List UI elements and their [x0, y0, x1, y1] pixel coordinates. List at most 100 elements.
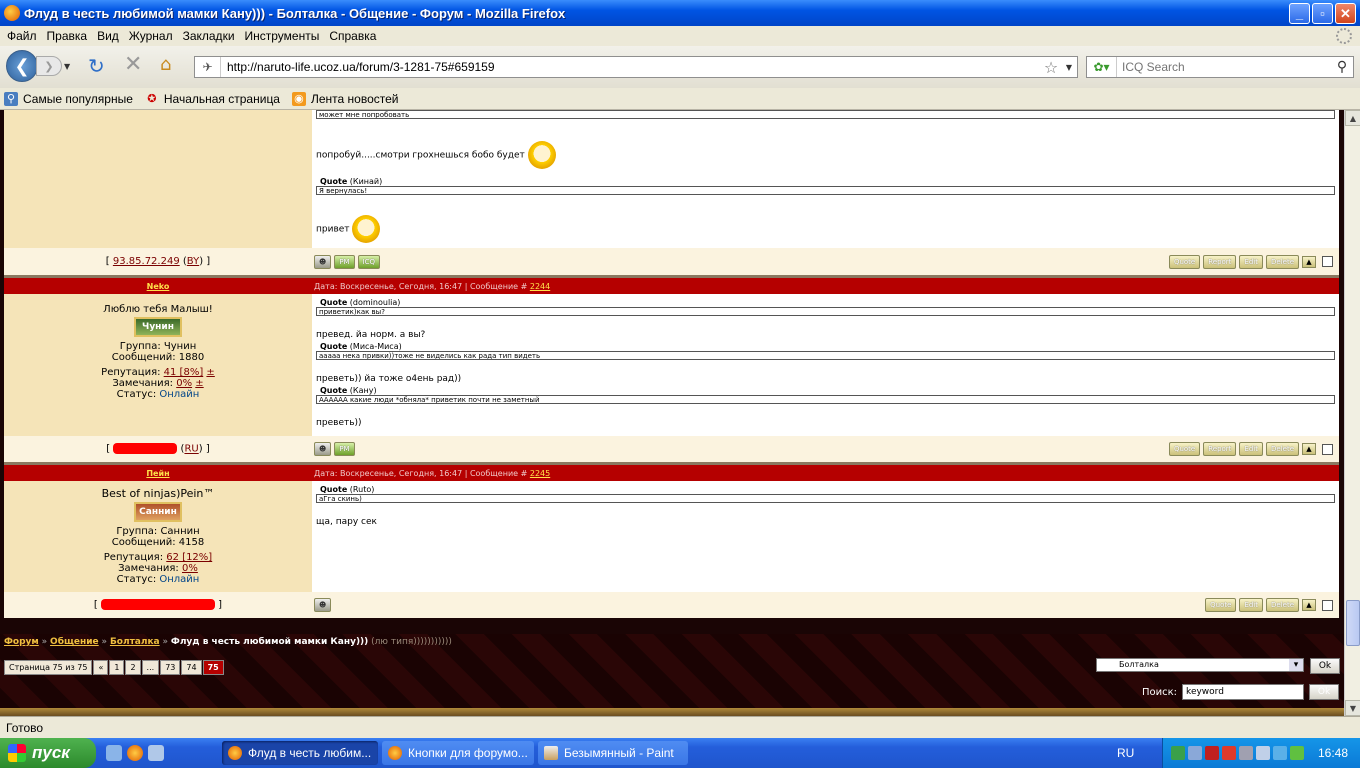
forum-search-ok-button[interactable]: Ok [1309, 684, 1340, 700]
profile-icon[interactable]: ☻ [314, 442, 332, 456]
country-link[interactable]: BY [187, 256, 199, 267]
menu-edit[interactable]: Правка [42, 29, 93, 43]
taskbar-item-paint[interactable]: Безымянный - Paint [538, 741, 688, 765]
post-body: может мне попробовать попробуй.....смотр… [4, 110, 1339, 248]
tray-icon-antivirus[interactable] [1222, 746, 1236, 760]
rep-vote-link[interactable]: ± [206, 367, 214, 378]
quote-button[interactable]: Quote [1168, 254, 1201, 269]
start-button[interactable]: пуск [0, 738, 96, 768]
site-identity-icon[interactable]: ✈ [195, 57, 221, 77]
maximize-button[interactable]: ▫ [1312, 3, 1333, 24]
page-link[interactable]: 74 [181, 660, 202, 675]
pm-button[interactable]: PM [334, 442, 355, 456]
vertical-scrollbar[interactable]: ▲ ▼ [1344, 110, 1360, 716]
bookmark-start-page[interactable]: ✪ Начальная страница [145, 92, 280, 106]
minimize-button[interactable]: _ [1289, 3, 1310, 24]
tray-icon-gear[interactable] [1239, 746, 1253, 760]
quote-button[interactable]: Quote [1168, 442, 1201, 456]
author-nick-link[interactable]: Пейн [4, 469, 312, 478]
profile-icon[interactable]: ☻ [314, 254, 332, 269]
post-select-checkbox[interactable] [1322, 256, 1333, 267]
pm-button[interactable]: PM [334, 254, 355, 269]
forum-jump-select[interactable]: Болталка [1096, 658, 1304, 672]
tray-icon-green[interactable] [1171, 746, 1185, 760]
forum-search-input[interactable] [1182, 684, 1305, 700]
forward-button[interactable]: ❯ [36, 56, 62, 76]
volume-icon[interactable] [1256, 746, 1270, 760]
scrollbar-thumb[interactable] [1346, 600, 1360, 646]
author-nick-link[interactable]: Neko [4, 282, 312, 291]
quote-button[interactable]: Quote [1205, 598, 1237, 612]
post-select-checkbox[interactable] [1322, 599, 1333, 611]
search-label: Поиск: [1142, 686, 1178, 698]
search-icon[interactable]: ⚲ [1331, 59, 1353, 75]
scroll-up-icon[interactable]: ▲ [1302, 443, 1316, 455]
edit-button[interactable]: Edit [1239, 254, 1263, 269]
scroll-up-arrow-icon[interactable]: ▲ [1345, 110, 1360, 126]
taskbar-item-firefox[interactable]: Флуд в честь любим... [222, 741, 378, 765]
menu-help[interactable]: Справка [324, 29, 381, 43]
ip-link[interactable]: 93.85.72.249 [113, 256, 180, 267]
menu-view[interactable]: Вид [92, 29, 124, 43]
warnings-link[interactable]: 0% [176, 378, 192, 389]
stop-icon[interactable]: ✕ [124, 54, 142, 76]
page-link[interactable]: 2 [125, 660, 141, 675]
language-indicator[interactable]: RU [1117, 746, 1134, 760]
history-dropdown-icon[interactable]: ▼ [64, 58, 76, 74]
post-number-link[interactable]: 2244 [530, 282, 550, 291]
breadcrumb-subforum[interactable]: Болталка [110, 637, 160, 647]
edit-button[interactable]: Edit [1239, 442, 1263, 456]
delete-button[interactable]: Delete [1266, 598, 1299, 612]
bookmark-most-visited[interactable]: ⚲ Самые популярные [4, 91, 133, 106]
url-dropdown-icon[interactable]: ▼ [1061, 63, 1077, 72]
tray-icon-kaspersky[interactable] [1205, 746, 1219, 760]
reload-icon[interactable]: ↻ [88, 56, 105, 76]
page-link[interactable]: 1 [109, 660, 125, 675]
breadcrumb-forum[interactable]: Форум [4, 637, 39, 647]
search-input[interactable] [1117, 60, 1331, 74]
menu-history[interactable]: Журнал [124, 29, 178, 43]
report-button[interactable]: Report [1203, 442, 1237, 456]
edit-button[interactable]: Edit [1239, 598, 1263, 612]
url-input[interactable] [221, 58, 1041, 76]
app-quicklaunch-icon[interactable] [148, 745, 164, 761]
date-text: Дата: Воскресенье, Сегодня, 16:47 | Сооб… [314, 281, 528, 291]
scroll-up-icon[interactable]: ▲ [1302, 599, 1316, 611]
post-number-link[interactable]: 2245 [530, 469, 550, 478]
tray-icon-network[interactable] [1273, 746, 1287, 760]
scroll-up-icon[interactable]: ▲ [1302, 255, 1316, 268]
page-link[interactable]: 73 [160, 660, 181, 675]
bookmark-star-icon[interactable]: ☆ [1041, 58, 1061, 77]
close-button[interactable]: ✕ [1335, 3, 1356, 24]
post-select-checkbox[interactable] [1322, 443, 1333, 455]
search-engine-icon[interactable]: ✿▾ [1087, 57, 1117, 77]
home-icon[interactable]: ⌂ [160, 55, 171, 75]
bookmark-label: Самые популярные [23, 91, 133, 106]
report-button[interactable]: Report [1203, 254, 1237, 269]
firefox-quicklaunch-icon[interactable] [127, 745, 143, 761]
delete-button[interactable]: Delete [1266, 442, 1299, 456]
warnings-link[interactable]: 0% [182, 563, 198, 574]
bookmarks-toolbar: ⚲ Самые популярные ✪ Начальная страница … [0, 88, 1360, 110]
reputation-link[interactable]: 41 [8%] [164, 367, 204, 378]
menu-tools[interactable]: Инструменты [240, 29, 325, 43]
icq-button[interactable]: ICQ [357, 254, 381, 269]
thread-subtitle: (лю типя))))))))))) [371, 637, 452, 647]
show-desktop-icon[interactable] [106, 745, 122, 761]
tray-icon-messenger[interactable] [1290, 746, 1304, 760]
menu-file[interactable]: Файл [2, 29, 42, 43]
delete-button[interactable]: Delete [1266, 254, 1299, 269]
reputation-link[interactable]: 62 [12%] [166, 552, 212, 563]
profile-icon[interactable]: ☻ [314, 598, 332, 612]
scroll-down-arrow-icon[interactable]: ▼ [1345, 700, 1360, 716]
warn-vote-link[interactable]: ± [195, 378, 203, 389]
tray-icon-monitor[interactable] [1188, 746, 1202, 760]
menu-bookmarks[interactable]: Закладки [178, 29, 240, 43]
breadcrumb-section[interactable]: Общение [50, 637, 99, 647]
forum-jump-ok-button[interactable]: Ok [1310, 658, 1340, 674]
country-link[interactable]: RU [184, 444, 198, 455]
back-button[interactable]: ❮ [6, 50, 38, 82]
taskbar-item-firefox-2[interactable]: Кнопки для форумо... [382, 741, 534, 765]
bookmark-news-feed[interactable]: ◉ Лента новостей [291, 91, 398, 106]
page-prev-link[interactable]: « [93, 660, 109, 675]
